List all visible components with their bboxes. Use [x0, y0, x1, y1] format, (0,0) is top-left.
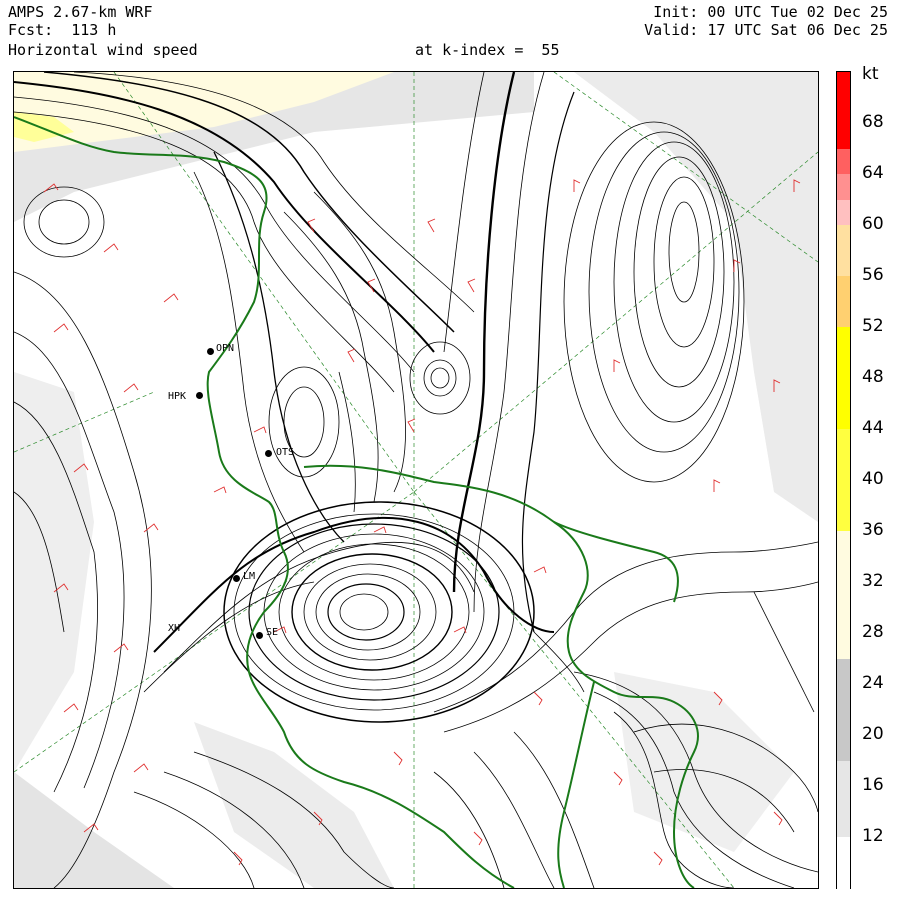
station-label-xh: XH	[168, 623, 181, 634]
colorbar-tick-label: 16	[862, 775, 884, 795]
colorbar-segment	[837, 582, 850, 608]
colorbar-tick-label: 20	[862, 724, 884, 744]
colorbar-segment	[837, 735, 850, 761]
model-title: AMPS 2.67-km WRF	[8, 3, 153, 21]
map-canvas	[14, 72, 818, 888]
colorbar-segment	[837, 454, 850, 481]
colorbar-segment	[837, 607, 850, 634]
colorbar-segment	[837, 250, 850, 277]
colorbar-segment	[837, 811, 850, 838]
field-name: Horizontal wind speed	[8, 41, 198, 59]
colorbar-segment	[837, 505, 850, 532]
colorbar-segment	[837, 684, 850, 710]
colorbar-tick-label: 32	[862, 571, 884, 591]
colorbar-tick-label: 60	[862, 214, 884, 234]
station-label-lm: LM	[243, 571, 256, 582]
colorbar-tick-label: 64	[862, 163, 884, 183]
colorbar-segment	[837, 633, 850, 659]
colorbar-segment	[837, 123, 850, 149]
colorbar-segment	[837, 174, 850, 200]
wind-speed-map[interactable]: OPN HPK OTS LM SE XH	[13, 71, 819, 889]
station-marker-hpk	[196, 392, 203, 399]
colorbar-segment	[837, 760, 850, 787]
colorbar-tick-label: 36	[862, 520, 884, 540]
colorbar-segment	[837, 276, 850, 302]
valid-time: Valid: 17 UTC Sat 06 Dec 25	[644, 21, 888, 39]
colorbar-segment	[837, 378, 850, 404]
colorbar-segment	[837, 837, 850, 863]
init-time: Init: 00 UTC Tue 02 Dec 25	[653, 3, 888, 21]
colorbar-tick-label: 56	[862, 265, 884, 285]
station-marker-lm	[233, 575, 240, 582]
colorbar-segment	[837, 556, 850, 583]
station-marker-opn	[207, 348, 214, 355]
station-label-se: SE	[266, 627, 279, 638]
vertical-level: at k-index = 55	[415, 41, 560, 59]
colorbar-tick-label: 28	[862, 622, 884, 642]
colorbar-segment	[837, 97, 850, 124]
colorbar-segment	[837, 301, 850, 328]
colorbar-segment	[837, 429, 850, 455]
forecast-hour: Fcst: 113 h	[8, 21, 117, 39]
colorbar-tick-label: 52	[862, 316, 884, 336]
station-marker-se	[256, 632, 263, 639]
colorbar	[836, 71, 851, 889]
station-label-hpk: HPK	[168, 391, 187, 402]
colorbar-tick-label: 48	[862, 367, 884, 387]
colorbar-tick-label: 12	[862, 826, 884, 846]
station-label-ots: OTS	[276, 447, 295, 458]
colorbar-segment	[837, 72, 850, 98]
colorbar-segment	[837, 709, 850, 736]
station-marker-ots	[265, 450, 272, 457]
station-label-opn: OPN	[216, 343, 235, 354]
colorbar-segment	[837, 480, 850, 506]
colorbar-segment	[837, 199, 850, 226]
colorbar-tick-label: 68	[862, 112, 884, 132]
colorbar-segment	[837, 352, 850, 379]
shading-layer	[14, 72, 818, 888]
colorbar-segment	[837, 862, 850, 889]
colorbar-segment	[837, 148, 850, 175]
colorbar-segment	[837, 403, 850, 430]
colorbar-tick-label: 40	[862, 469, 884, 489]
colorbar-segment	[837, 786, 850, 812]
colorbar-segment	[837, 531, 850, 557]
colorbar-tick-label: 44	[862, 418, 884, 438]
colorbar-segment	[837, 225, 850, 251]
colorbar-unit: kt	[862, 64, 879, 84]
colorbar-segment	[837, 327, 850, 353]
colorbar-tick-label: 24	[862, 673, 884, 693]
colorbar-segment	[837, 658, 850, 685]
